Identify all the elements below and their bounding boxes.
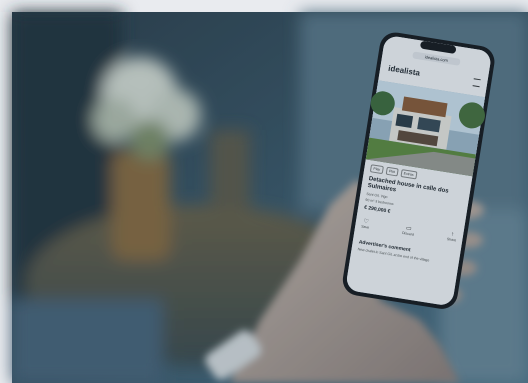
- share-button[interactable]: ↑ Share: [446, 231, 457, 243]
- action-row: ♡ Save ▭ Discard ↑ Share: [361, 218, 458, 244]
- share-label: Share: [446, 237, 457, 243]
- tag-chip[interactable]: Play: [369, 164, 384, 175]
- save-label: Save: [360, 224, 370, 230]
- url-text: idealista.com: [424, 54, 449, 63]
- app-logo: idealista: [388, 64, 421, 78]
- menu-icon[interactable]: [472, 78, 481, 88]
- app-logo-text: idealista: [387, 63, 421, 78]
- browser-url-bar[interactable]: idealista.com: [412, 51, 461, 66]
- discard-button[interactable]: ▭ Discard: [401, 224, 415, 237]
- tag-chip[interactable]: Flat: [385, 166, 399, 177]
- listing-price: € 290,000 €: [363, 204, 391, 215]
- photo-scene: idealista.com idealista Play Flat Extras…: [0, 0, 528, 383]
- tag-chip[interactable]: Extras: [400, 169, 418, 180]
- discard-label: Discard: [401, 230, 415, 237]
- save-button[interactable]: ♡ Save: [361, 218, 371, 230]
